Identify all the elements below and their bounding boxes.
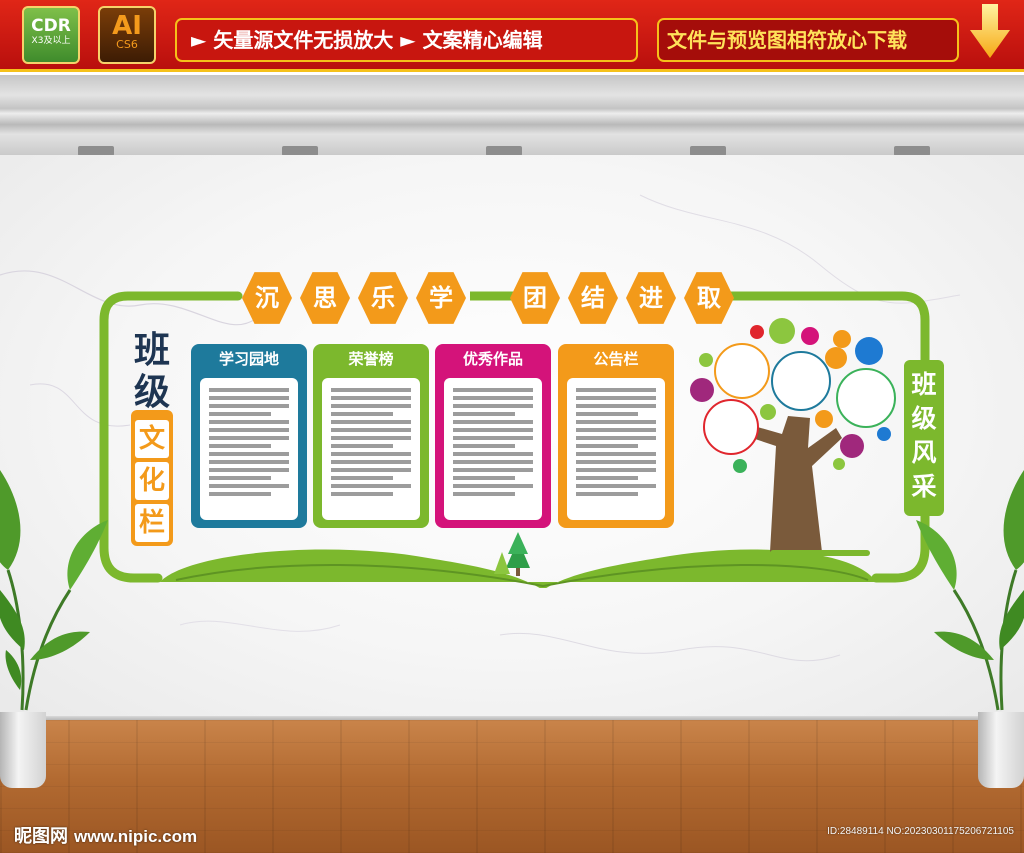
panel-title: 学习园地 bbox=[218, 350, 279, 368]
site-watermark: 昵图网 www.nipic.com bbox=[14, 822, 197, 848]
panel-title: 公告栏 bbox=[593, 350, 639, 368]
ai-badge-label: AI bbox=[112, 11, 142, 41]
flower-pot-right bbox=[978, 712, 1024, 788]
panel-study-garden: 学习园地 bbox=[191, 344, 307, 528]
panel-title: 优秀作品 bbox=[462, 350, 523, 368]
download-note[interactable]: 文件与预览图相符放心下载 bbox=[657, 18, 959, 62]
panel-title: 荣誉榜 bbox=[348, 350, 394, 368]
watermark-url: www.nipic.com bbox=[74, 827, 198, 846]
panel-text-placeholder bbox=[200, 378, 298, 520]
class-title: 班 级 bbox=[124, 330, 180, 414]
ceiling bbox=[0, 75, 1024, 155]
culture-label-char: 文 bbox=[135, 420, 169, 458]
down-arrow-icon[interactable] bbox=[970, 4, 1010, 60]
cdr-badge-sub: X3及以上 bbox=[31, 36, 71, 46]
watermark-logo: 昵图网 bbox=[14, 826, 68, 847]
photo-tree-icon bbox=[690, 318, 896, 552]
class-style-char: 级 bbox=[911, 404, 937, 433]
class-title-char: 级 bbox=[133, 372, 170, 413]
flower-pot-left bbox=[0, 712, 46, 788]
cdr-badge-label: CDR bbox=[31, 16, 71, 36]
panel-honor-roll: 荣誉榜 bbox=[313, 344, 429, 528]
panel-text-placeholder bbox=[567, 378, 665, 520]
features-text: ► 矢量源文件无损放大 ► 文案精心编辑 bbox=[175, 18, 638, 62]
ai-badge-sub: CS6 bbox=[116, 38, 138, 51]
culture-label-char: 栏 bbox=[135, 504, 169, 542]
panel-excellent-works: 优秀作品 bbox=[435, 344, 551, 528]
panel-notice-board: 公告栏 bbox=[558, 344, 674, 528]
class-title-char: 班 bbox=[133, 330, 170, 371]
potted-plant-right bbox=[916, 470, 1024, 711]
cdr-format-badge: CDR X3及以上 bbox=[22, 6, 80, 64]
potted-plant-left bbox=[0, 470, 108, 711]
tree-ground bbox=[770, 550, 870, 556]
ai-format-badge: AI CS6 bbox=[98, 6, 156, 64]
class-style-char: 班 bbox=[911, 370, 937, 399]
panel-text-placeholder bbox=[322, 378, 420, 520]
culture-column-label: 文 化 栏 bbox=[131, 410, 173, 546]
pine-tree-icon bbox=[494, 532, 530, 576]
image-id-text: ID:28489114 NO:20230301175206721105 bbox=[827, 826, 1014, 837]
top-banner: CDR X3及以上 AI CS6 ► 矢量源文件无损放大 ► 文案精心编辑 文件… bbox=[0, 0, 1024, 72]
culture-label-char: 化 bbox=[135, 462, 169, 500]
panel-text-placeholder bbox=[444, 378, 542, 520]
